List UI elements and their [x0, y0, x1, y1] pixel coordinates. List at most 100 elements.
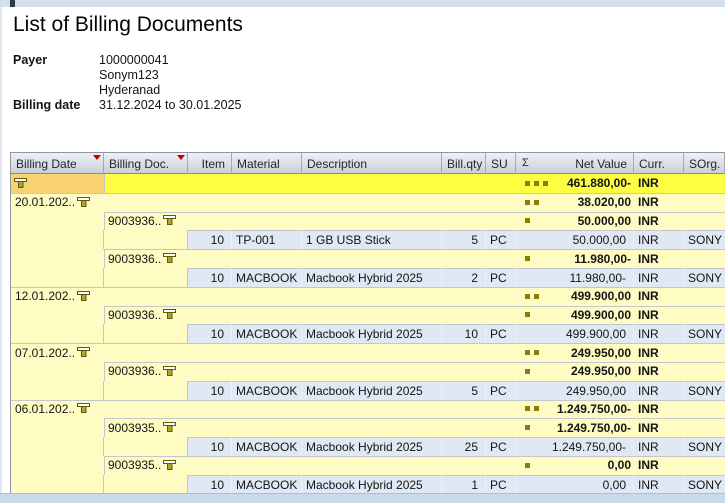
cell-description[interactable]: Macbook Hybrid 2025 — [302, 324, 442, 344]
filter-icon[interactable] — [163, 422, 177, 433]
cell-net-value[interactable]: 0,00 — [516, 474, 634, 494]
filter-icon[interactable] — [77, 196, 91, 208]
filter-icon[interactable] — [77, 290, 91, 302]
cell-currency[interactable]: INR — [638, 343, 659, 362]
cell-billing-date[interactable] — [11, 437, 104, 456]
cell-net-value[interactable]: 1.249.750,00- — [516, 437, 634, 456]
cell-material[interactable]: MACBOOK — [232, 437, 302, 456]
cell-su[interactable]: PC — [486, 380, 516, 400]
billing-doc-subtotal-cell[interactable]: 9003935.. — [108, 456, 177, 475]
cell-billing-doc[interactable] — [104, 267, 188, 287]
cell-currency[interactable]: INR — [638, 418, 659, 437]
column-header-billing-date[interactable]: Billing Date — [11, 153, 104, 174]
column-header-sorg[interactable]: SOrg. — [684, 153, 725, 174]
cell-material[interactable]: TP-001 — [232, 230, 302, 250]
cell-currency[interactable]: INR — [638, 456, 659, 475]
cell-net-value[interactable]: 249.950,00 — [516, 380, 634, 400]
cell-item[interactable]: 10 — [188, 437, 232, 456]
cell-billing-doc[interactable] — [104, 437, 188, 456]
billing-doc-subtotal-cell[interactable]: 9003936.. — [108, 212, 177, 231]
cell-currency[interactable]: INR — [634, 380, 684, 400]
cell-currency[interactable]: INR — [638, 193, 659, 212]
cell-net-value[interactable]: 50.000,00 — [516, 230, 634, 250]
billing-doc-subtotal-cell[interactable]: 9003936.. — [108, 249, 177, 268]
cell-net-value[interactable]: 1.249.750,00- — [557, 400, 631, 419]
filter-icon[interactable] — [14, 177, 28, 189]
cell-currency[interactable]: INR — [634, 230, 684, 250]
billing-date-subtotal-cell[interactable]: 07.01.202.. — [15, 343, 91, 362]
cell-bill-qty[interactable]: 25 — [442, 437, 486, 456]
cell-item[interactable]: 10 — [188, 230, 232, 250]
cell-currency[interactable]: INR — [634, 267, 684, 287]
cell-description[interactable]: Macbook Hybrid 2025 — [302, 437, 442, 456]
cell-bill-qty[interactable]: 1 — [442, 474, 486, 494]
cell-net-value[interactable]: 461.880,00- — [567, 174, 631, 193]
cell-currency[interactable]: INR — [638, 212, 659, 231]
billing-doc-subtotal-cell[interactable]: 9003936.. — [108, 306, 177, 325]
cell-bill-qty[interactable]: 10 — [442, 324, 486, 344]
cell-description[interactable]: 1 GB USB Stick — [302, 230, 442, 250]
column-header-material[interactable]: Material — [232, 153, 302, 174]
cell-currency[interactable]: INR — [638, 400, 659, 419]
cell-item[interactable]: 10 — [188, 474, 232, 494]
cell-net-value[interactable]: 11.980,00- — [574, 249, 631, 268]
column-header-curr[interactable]: Curr. — [634, 153, 684, 174]
cell-billing-date[interactable] — [11, 380, 104, 400]
cell-net-value[interactable]: 11.980,00- — [516, 267, 634, 287]
filter-icon[interactable] — [77, 347, 91, 358]
cell-currency[interactable]: INR — [638, 306, 659, 325]
column-header-item[interactable]: Item — [188, 153, 232, 174]
cell-billing-doc[interactable] — [104, 230, 188, 250]
cell-currency[interactable]: INR — [634, 474, 684, 494]
cell-item[interactable]: 10 — [188, 380, 232, 400]
cell-currency[interactable]: INR — [638, 249, 659, 268]
cell-billing-date-filter[interactable] — [11, 174, 104, 193]
cell-net-value[interactable]: 38.020,00 — [578, 193, 631, 212]
cell-description[interactable]: Macbook Hybrid 2025 — [302, 474, 442, 494]
filter-icon[interactable] — [163, 215, 177, 226]
billing-date-subtotal-cell[interactable]: 06.01.202.. — [15, 400, 91, 419]
cell-su[interactable]: PC — [486, 474, 516, 494]
cell-bill-qty[interactable]: 2 — [442, 267, 486, 287]
cell-material[interactable]: MACBOOK — [232, 324, 302, 344]
billing-doc-subtotal-cell[interactable]: 9003935.. — [108, 418, 177, 437]
cell-net-value[interactable]: 1.249.750,00- — [557, 418, 631, 437]
cell-billing-date[interactable] — [11, 474, 104, 494]
cell-billing-doc[interactable] — [104, 324, 188, 344]
filter-icon[interactable] — [163, 459, 177, 471]
cell-net-value[interactable]: 499.900,00 — [571, 287, 631, 306]
cell-item[interactable]: 10 — [188, 324, 232, 344]
cell-bill-qty[interactable]: 5 — [442, 380, 486, 400]
column-header-billing-doc[interactable]: Billing Doc. — [104, 153, 188, 174]
cell-currency[interactable]: INR — [638, 174, 659, 193]
cell-net-value[interactable]: 0,00 — [608, 456, 631, 475]
cell-bill-qty[interactable]: 5 — [442, 230, 486, 250]
billing-date-subtotal-cell[interactable]: 20.01.202.. — [15, 193, 91, 212]
filter-icon[interactable] — [163, 309, 177, 320]
cell-billing-date[interactable] — [11, 230, 104, 250]
cell-su[interactable]: PC — [486, 437, 516, 456]
cell-sales-org[interactable]: SONY — [684, 437, 725, 456]
cell-material[interactable]: MACBOOK — [232, 474, 302, 494]
cell-su[interactable]: PC — [486, 267, 516, 287]
column-header-net-value[interactable]: Σ Net Value — [516, 153, 634, 174]
filter-icon[interactable] — [77, 403, 91, 414]
cell-sales-org[interactable]: SONY — [684, 267, 725, 287]
cell-net-value[interactable]: 499.900,00 — [516, 324, 634, 344]
cell-billing-date[interactable] — [11, 267, 104, 287]
cell-net-value[interactable]: 249.950,00 — [571, 362, 631, 381]
cell-sales-org[interactable]: SONY — [684, 380, 725, 400]
cell-su[interactable]: PC — [486, 324, 516, 344]
column-header-description[interactable]: Description — [302, 153, 442, 174]
cell-description[interactable]: Macbook Hybrid 2025 — [302, 267, 442, 287]
cell-net-value[interactable]: 249.950,00 — [571, 343, 631, 362]
cell-currency[interactable]: INR — [634, 324, 684, 344]
cell-currency[interactable]: INR — [638, 287, 659, 306]
cell-billing-doc[interactable] — [104, 474, 188, 494]
column-header-su[interactable]: SU — [486, 153, 516, 174]
cell-description[interactable]: Macbook Hybrid 2025 — [302, 380, 442, 400]
cell-billing-doc[interactable] — [104, 380, 188, 400]
cell-su[interactable]: PC — [486, 230, 516, 250]
cell-sales-org[interactable]: SONY — [684, 230, 725, 250]
cell-material[interactable]: MACBOOK — [232, 380, 302, 400]
